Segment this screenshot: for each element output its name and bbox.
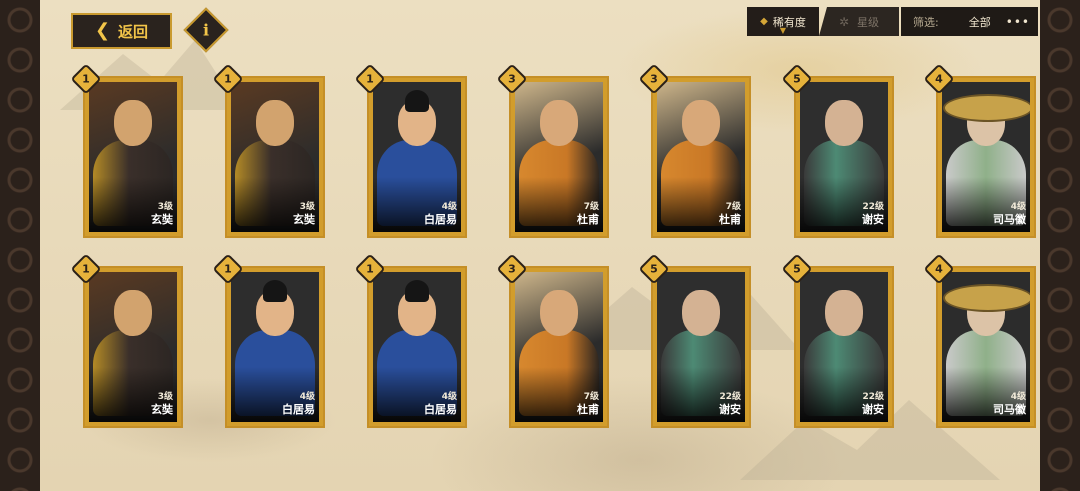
- hat-icon: [405, 90, 429, 112]
- character-portrait: 3级 玄奘: [89, 82, 177, 232]
- rarity-value: 3: [650, 72, 658, 86]
- diamond-icon: ◆: [760, 16, 768, 27]
- character-head: [825, 100, 863, 146]
- character-portrait: 4级 白居易: [231, 272, 319, 422]
- card-name: 司马徽: [993, 213, 1026, 226]
- character-card[interactable]: 7级 杜甫 3: [496, 253, 609, 428]
- hat-icon: [405, 280, 429, 302]
- rarity-value: 1: [366, 72, 374, 86]
- character-card[interactable]: 7级 杜甫 3: [638, 63, 751, 238]
- character-portrait: 22级 谢安: [800, 272, 888, 422]
- character-portrait: 3级 玄奘: [89, 272, 177, 422]
- filter-label: 筛选:: [913, 15, 939, 29]
- character-card[interactable]: 3级 玄奘 1: [70, 253, 183, 428]
- card-name: 谢安: [862, 403, 884, 416]
- character-card[interactable]: 4级 司马徽 4: [923, 253, 1036, 428]
- character-card[interactable]: 4级 白居易 1: [212, 253, 325, 428]
- sort-tabs: ◆ 稀有度 ▼ ✲ 星级: [747, 7, 899, 36]
- card-name: 玄奘: [151, 403, 173, 416]
- character-card[interactable]: 22级 谢安 5: [781, 63, 894, 238]
- character-card[interactable]: 22级 谢安 5: [781, 253, 894, 428]
- character-portrait: 4级 白居易: [373, 82, 461, 232]
- character-head: [540, 100, 578, 146]
- character-portrait: 4级 司马徽: [942, 82, 1030, 232]
- character-card[interactable]: 4级 司马徽 4: [923, 63, 1036, 238]
- character-head: [825, 290, 863, 336]
- rarity-value: 1: [224, 72, 232, 86]
- character-card[interactable]: 22级 谢安 5: [638, 253, 751, 428]
- character-portrait: 7级 杜甫: [515, 272, 603, 422]
- card-name: 谢安: [862, 213, 884, 226]
- right-ornament-border: [1040, 0, 1080, 491]
- filter-value: 全部: [968, 15, 991, 29]
- character-head: [682, 290, 720, 336]
- card-name: 玄奘: [151, 213, 173, 226]
- rarity-value: 1: [82, 262, 90, 276]
- straw-hat-icon: [943, 94, 1030, 122]
- filter-dropdown[interactable]: 筛选: 全部 •••: [901, 7, 1038, 36]
- hat-icon: [263, 280, 287, 302]
- rarity-value: 1: [224, 262, 232, 276]
- rarity-value: 5: [650, 262, 658, 276]
- info-icon: i: [202, 20, 210, 40]
- rarity-value: 3: [508, 72, 516, 86]
- tab-sort-rarity-label: 稀有度: [772, 15, 806, 29]
- left-ornament-border: [0, 0, 40, 491]
- character-portrait: 3级 玄奘: [231, 82, 319, 232]
- back-button[interactable]: ❮ 返回: [71, 13, 172, 49]
- tab-sort-star-label: 星级: [857, 15, 880, 29]
- rarity-value: 1: [366, 262, 374, 276]
- character-portrait: 7级 杜甫: [657, 82, 745, 232]
- character-card[interactable]: 7级 杜甫 3: [496, 63, 609, 238]
- tab-sort-rarity[interactable]: ◆ 稀有度 ▼: [747, 7, 819, 36]
- card-name: 杜甫: [577, 213, 599, 226]
- rarity-value: 5: [793, 262, 801, 276]
- character-portrait: 22级 谢安: [800, 82, 888, 232]
- tab-sort-star[interactable]: ✲ 星级: [819, 7, 899, 36]
- straw-hat-icon: [943, 284, 1030, 312]
- card-name: 玄奘: [293, 213, 315, 226]
- character-card[interactable]: 3级 玄奘 1: [70, 63, 183, 238]
- card-name: 杜甫: [577, 403, 599, 416]
- rarity-value: 5: [793, 72, 801, 86]
- character-head: [256, 100, 294, 146]
- character-head: [540, 290, 578, 336]
- rarity-value: 3: [508, 262, 516, 276]
- character-head: [682, 100, 720, 146]
- character-head: [114, 100, 152, 146]
- card-name: 白居易: [282, 403, 315, 416]
- more-options-icon[interactable]: •••: [1006, 15, 1030, 29]
- chevron-left-icon: ❮: [94, 20, 111, 41]
- character-card[interactable]: 4级 白居易 1: [354, 63, 467, 238]
- card-name: 杜甫: [719, 213, 741, 226]
- caret-down-icon: ▼: [779, 26, 787, 35]
- character-portrait: 7级 杜甫: [515, 82, 603, 232]
- character-card[interactable]: 3级 玄奘 1: [212, 63, 325, 238]
- character-head: [114, 290, 152, 336]
- character-portrait: 22级 谢安: [657, 272, 745, 422]
- rarity-value: 4: [935, 262, 943, 276]
- rarity-value: 1: [82, 72, 90, 86]
- character-portrait: 4级 白居易: [373, 272, 461, 422]
- star-flower-icon: ✲: [838, 14, 850, 29]
- card-name: 白居易: [424, 213, 457, 226]
- rarity-value: 4: [935, 72, 943, 86]
- card-name: 谢安: [719, 403, 741, 416]
- character-portrait: 4级 司马徽: [942, 272, 1030, 422]
- back-button-label: 返回: [118, 22, 149, 41]
- card-name: 白居易: [424, 403, 457, 416]
- character-card[interactable]: 4级 白居易 1: [354, 253, 467, 428]
- card-name: 司马徽: [993, 403, 1026, 416]
